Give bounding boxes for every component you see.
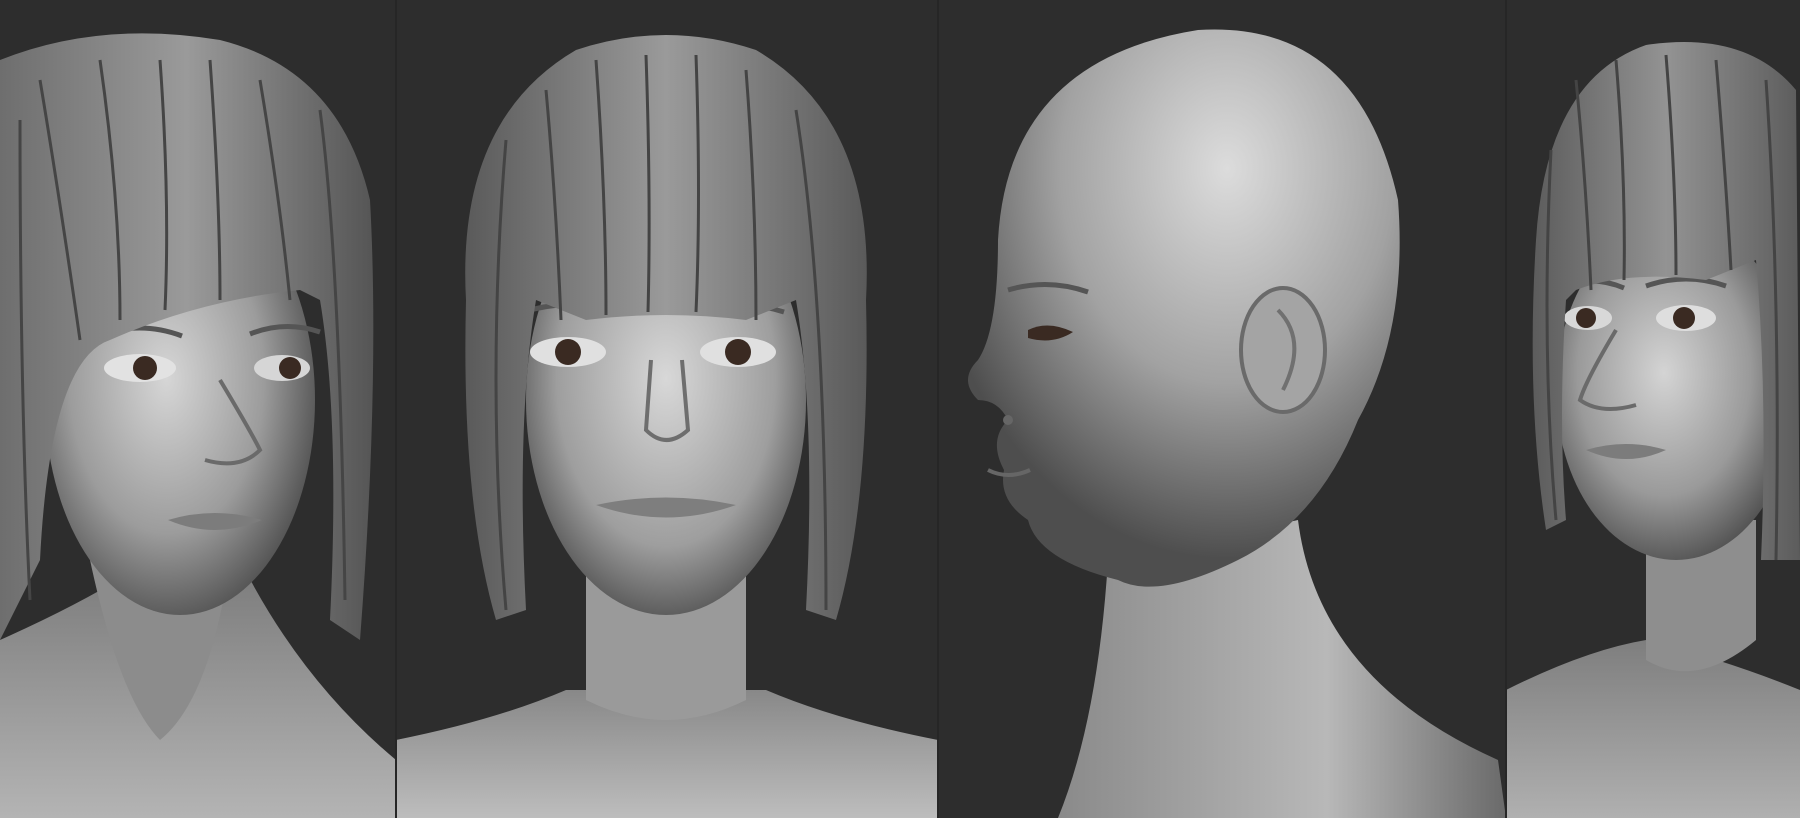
head-render-profile [938,0,1506,818]
left-iris [1576,308,1596,328]
left-iris [555,339,581,365]
panel-divider [1505,0,1507,818]
ear [1239,286,1327,414]
right-iris [725,339,751,365]
head-render-three-quarter-left [0,0,396,818]
head-render-three-quarter-right [1506,0,1800,818]
panel-divider [395,0,397,818]
left-iris [133,356,157,380]
panel-front [396,0,938,818]
panel-divider [937,0,939,818]
panel-profile [938,0,1506,818]
right-iris [1673,307,1695,329]
right-iris [279,357,301,379]
sculpt-turnaround [0,0,1800,818]
panel-three-quarter-left [0,0,396,818]
nostril [1003,415,1013,425]
panel-three-quarter-right [1506,0,1800,818]
head-render-front [396,0,938,818]
